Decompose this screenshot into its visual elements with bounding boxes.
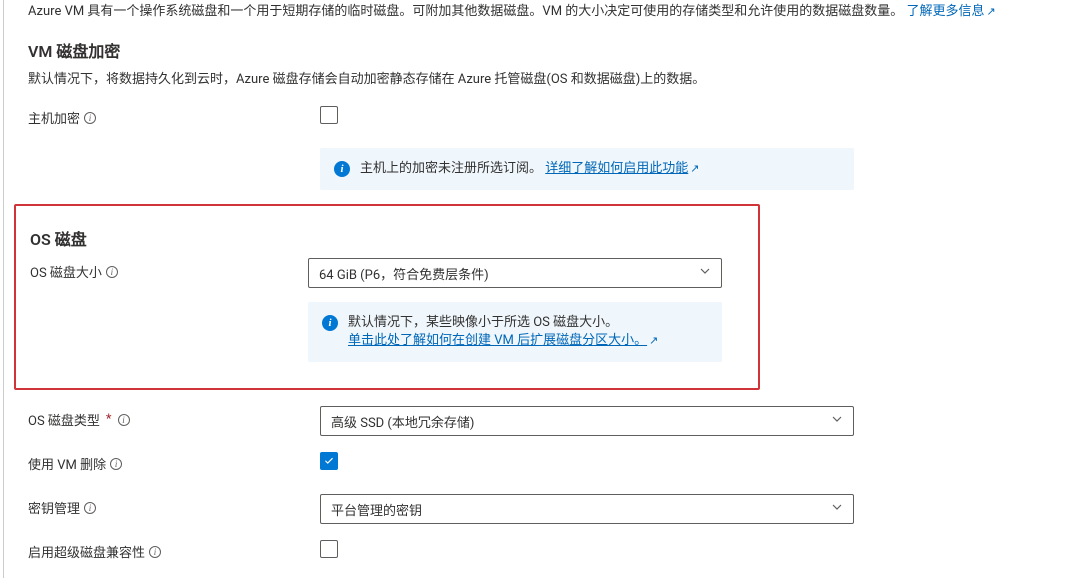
os-disk-size-row: OS 磁盘大小 i 64 GiB (P6，符合免费层条件) (30, 258, 744, 288)
ultra-disk-label: 启用超级磁盘兼容性 i (28, 538, 320, 561)
host-encryption-label-text: 主机加密 (28, 108, 80, 127)
encryption-section-title: VM 磁盘加密 (28, 38, 1056, 62)
info-icon[interactable]: i (149, 546, 161, 558)
intro-text: Azure VM 具有一个操作系统磁盘和一个用于短期存储的临时磁盘。可附加其他数… (28, 4, 903, 19)
os-disk-type-row: OS 磁盘类型 * i 高级 SSD (本地冗余存储) (28, 406, 1056, 436)
os-disk-banner-line1: 默认情况下，某些映像小于所选 OS 磁盘大小。 (348, 314, 658, 332)
key-management-label: 密钥管理 i (28, 494, 320, 517)
os-disk-banner-link-label: 单击此处了解如何在创建 VM 后扩展磁盘分区大小。 (348, 333, 647, 348)
key-management-value: 平台管理的密钥 (331, 500, 422, 519)
info-icon[interactable]: i (118, 414, 130, 426)
chevron-down-icon (831, 501, 843, 517)
info-icon[interactable]: i (84, 502, 96, 514)
os-disk-type-select[interactable]: 高级 SSD (本地冗余存储) (320, 406, 854, 436)
host-encryption-checkbox[interactable] (320, 106, 338, 124)
host-encryption-row: 主机加密 i (28, 104, 1056, 134)
key-management-row: 密钥管理 i 平台管理的密钥 (28, 494, 1056, 524)
delete-with-vm-row: 使用 VM 删除 i (28, 450, 1056, 480)
required-asterisk: * (106, 412, 112, 427)
ultra-disk-checkbox[interactable] (320, 540, 338, 558)
delete-with-vm-label: 使用 VM 删除 i (28, 450, 320, 473)
os-disk-size-value: 64 GiB (P6，符合免费层条件) (319, 264, 489, 283)
delete-with-vm-checkbox[interactable] (320, 452, 338, 470)
ultra-disk-label-text: 启用超级磁盘兼容性 (28, 542, 145, 561)
info-banner-icon: i (334, 161, 350, 177)
learn-more-label: 了解更多信息 (907, 4, 985, 19)
os-disk-size-select[interactable]: 64 GiB (P6，符合免费层条件) (308, 258, 722, 288)
delete-with-vm-label-text: 使用 VM 删除 (28, 454, 106, 473)
encryption-banner-link-label: 详细了解如何启用此功能 (545, 161, 688, 176)
info-icon[interactable]: i (84, 112, 96, 124)
encryption-banner-link[interactable]: 详细了解如何启用此功能↗ (545, 161, 699, 176)
os-disk-type-label-text: OS 磁盘类型 (28, 410, 100, 429)
encryption-banner-text: 主机上的加密未注册所选订阅。 (360, 161, 542, 176)
info-icon[interactable]: i (106, 266, 118, 278)
os-disk-size-label: OS 磁盘大小 i (30, 258, 308, 281)
os-disk-highlight-box: OS 磁盘 OS 磁盘大小 i 64 GiB (P6，符合免费层条件) i 默认… (14, 204, 760, 390)
host-encryption-label: 主机加密 i (28, 104, 320, 127)
external-link-icon: ↗ (690, 160, 699, 178)
encryption-info-banner: i 主机上的加密未注册所选订阅。 详细了解如何启用此功能↗ (320, 148, 854, 190)
learn-more-link[interactable]: 了解更多信息↗ (907, 4, 996, 19)
os-disk-banner-link[interactable]: 单击此处了解如何在创建 VM 后扩展磁盘分区大小。↗ (348, 333, 658, 348)
chevron-down-icon (699, 265, 711, 281)
os-disk-type-value: 高级 SSD (本地冗余存储) (331, 412, 474, 431)
os-disk-size-banner: i 默认情况下，某些映像小于所选 OS 磁盘大小。 单击此处了解如何在创建 VM… (308, 302, 722, 362)
info-icon[interactable]: i (110, 458, 122, 470)
intro-paragraph: Azure VM 具有一个操作系统磁盘和一个用于短期存储的临时磁盘。可附加其他数… (28, 2, 1056, 22)
chevron-down-icon (831, 413, 843, 429)
os-disk-section-title: OS 磁盘 (30, 226, 744, 250)
external-link-icon: ↗ (649, 332, 658, 350)
os-disk-type-label: OS 磁盘类型 * i (28, 406, 320, 429)
os-disk-size-label-text: OS 磁盘大小 (30, 262, 102, 281)
info-banner-icon: i (322, 315, 338, 331)
encryption-section-desc: 默认情况下，将数据持久化到云时，Azure 磁盘存储会自动加密静态存储在 Azu… (28, 70, 1056, 90)
external-link-icon: ↗ (987, 2, 996, 22)
key-management-label-text: 密钥管理 (28, 498, 80, 517)
key-management-select[interactable]: 平台管理的密钥 (320, 494, 854, 524)
